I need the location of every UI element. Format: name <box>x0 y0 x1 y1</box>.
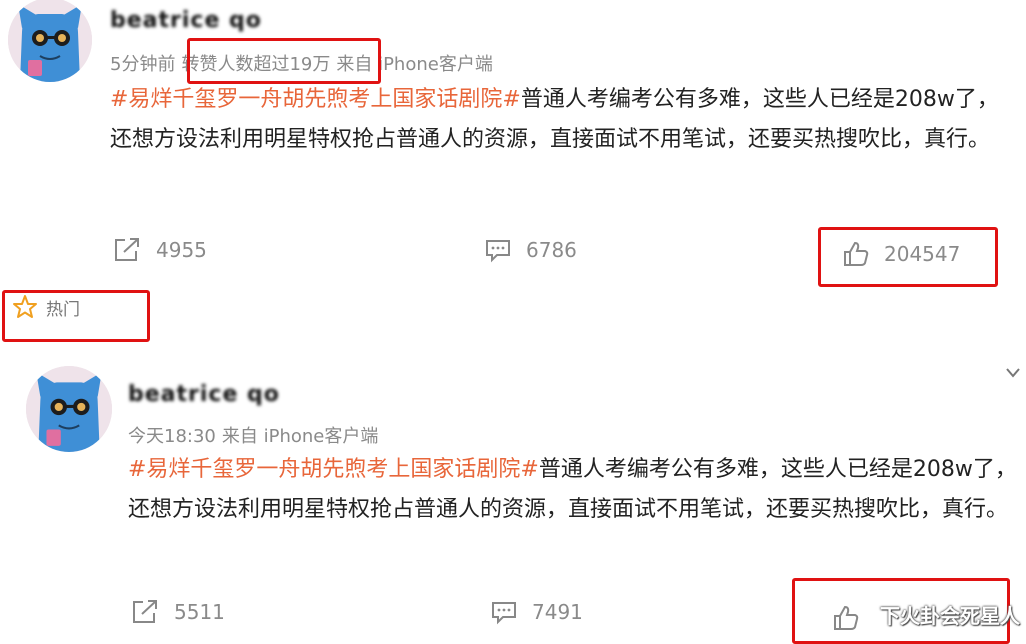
share-arrow-icon <box>115 238 139 261</box>
comment-button[interactable]: 6786 <box>484 236 577 264</box>
post-source: 来自 iPhone客户端 <box>336 54 493 75</box>
post-text: #易烊千玺罗一舟胡先煦考上国家话剧院#普通人考编考公有多难，这些人已经是208w… <box>128 450 1018 530</box>
comment-bubble-icon <box>486 240 510 263</box>
star-icon <box>13 295 37 318</box>
repost-count: 4955 <box>156 238 207 262</box>
post-meta: 今天18:30 来自 iPhone客户端 <box>128 422 384 448</box>
hashtag-link[interactable]: #易烊千玺罗一舟胡先煦考上国家话剧院# <box>128 457 539 482</box>
comment-button[interactable]: 7491 <box>490 598 583 626</box>
username[interactable]: beatrice qo <box>128 382 280 407</box>
watermark: 下火卦会死星人 <box>880 604 1020 628</box>
post-meta: 5分钟前 转赞人数超过19万 来自 iPhone客户端 <box>110 50 499 76</box>
avatar[interactable] <box>8 0 92 82</box>
hot-label: 热门 <box>46 299 80 320</box>
username[interactable]: beatrice qo <box>110 8 262 33</box>
post-source: 来自 iPhone客户端 <box>221 426 379 447</box>
thumbs-up-icon <box>834 605 859 630</box>
repost-count: 5511 <box>174 600 225 624</box>
comment-count: 6786 <box>526 238 577 262</box>
comment-bubble-icon <box>492 602 516 625</box>
hot-tab[interactable]: 热门 <box>12 294 80 320</box>
avatar[interactable] <box>26 366 112 452</box>
repost-note: 转赞人数超过19万 <box>181 54 331 75</box>
cat-avatar-icon <box>8 0 92 82</box>
comment-count: 7491 <box>532 600 583 624</box>
post-1: beatrice qo 5分钟前 转赞人数超过19万 来自 iPhone客户端 #易… <box>0 0 1026 290</box>
post-time: 5分钟前 <box>110 54 176 75</box>
cat-avatar-icon <box>26 366 112 452</box>
like-button[interactable] <box>832 604 874 632</box>
thumbs-up-icon <box>844 241 869 266</box>
post-2: beatrice qo 今天18:30 来自 iPhone客户端 #易烊千玺罗一舟… <box>0 360 1026 642</box>
like-button[interactable]: 204547 <box>842 240 960 268</box>
like-count: 204547 <box>884 242 961 266</box>
post-text: #易烊千玺罗一舟胡先煦考上国家话剧院#普通人考编考公有多难，这些人已经是208w… <box>110 80 1018 160</box>
repost-button[interactable]: 4955 <box>112 236 207 264</box>
share-arrow-icon <box>133 600 157 623</box>
chevron-down-icon[interactable] <box>1004 366 1022 380</box>
hashtag-link[interactable]: #易烊千玺罗一舟胡先煦考上国家话剧院# <box>110 87 521 112</box>
repost-button[interactable]: 5511 <box>130 598 225 626</box>
post-time: 今天18:30 <box>128 426 216 447</box>
